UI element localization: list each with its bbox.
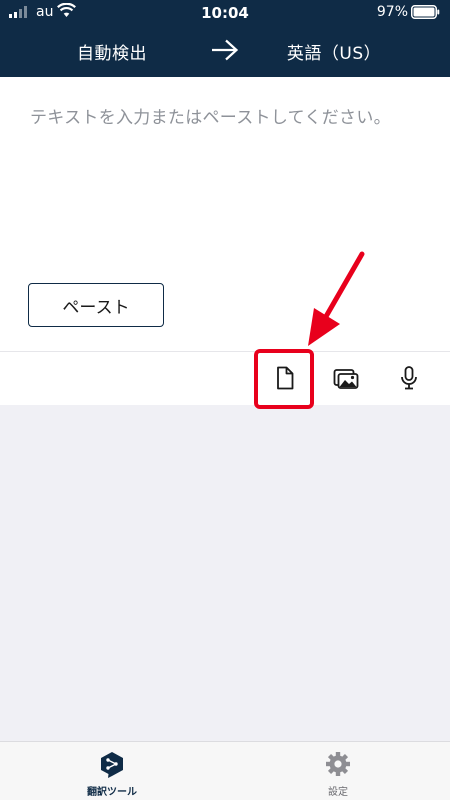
red-arrow-annotation <box>308 251 365 346</box>
battery-icon <box>411 5 440 19</box>
header: au 10:04 97% 自動検出 英語（US） <box>0 0 450 77</box>
image-icon[interactable] <box>333 365 359 391</box>
nav-settings[interactable]: 設定 <box>278 742 398 800</box>
nav-translate-label: 翻訳ツール <box>87 787 137 798</box>
highlight-box <box>254 349 314 409</box>
deepl-logo-icon <box>101 752 123 778</box>
status-bar: au 10:04 97% <box>0 0 450 26</box>
nav-translate[interactable]: 翻訳ツール <box>52 742 172 800</box>
source-language-button[interactable]: 自動検出 <box>42 39 182 64</box>
text-input-area[interactable]: テキストを入力またはペーストしてください。 ペースト <box>0 77 450 351</box>
input-toolbar <box>0 351 450 405</box>
input-placeholder[interactable]: テキストを入力またはペーストしてください。 <box>30 103 391 128</box>
nav-settings-label: 設定 <box>328 787 348 798</box>
paste-button[interactable]: ペースト <box>28 283 164 327</box>
bottom-navigation: 翻訳ツール 設定 <box>0 741 450 800</box>
arrow-right-icon[interactable] <box>211 39 239 61</box>
battery-percent: 97% <box>376 4 408 20</box>
target-language-button[interactable]: 英語（US） <box>264 39 404 64</box>
microphone-icon[interactable] <box>396 365 422 391</box>
language-bar: 自動検出 英語（US） <box>0 26 450 77</box>
gear-icon <box>326 752 350 776</box>
